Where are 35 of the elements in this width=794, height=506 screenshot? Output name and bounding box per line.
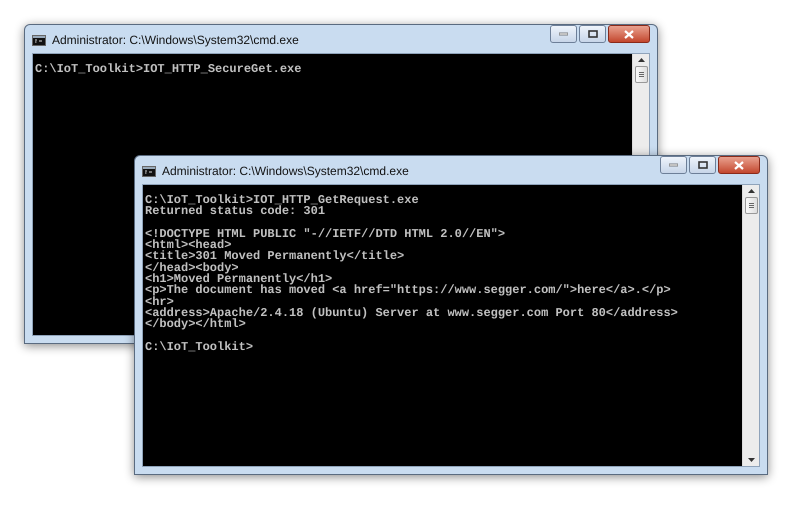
- scroll-up-icon[interactable]: [748, 189, 754, 193]
- console-line: <title>301 Moved Permanently</title>: [145, 251, 404, 263]
- minimize-button[interactable]: [550, 25, 577, 43]
- scroll-down-icon[interactable]: [748, 458, 754, 462]
- console-line: <h1>Moved Permanently</h1>: [145, 274, 332, 286]
- window-title: Administrator: C:\Windows\System32\cmd.exe: [52, 33, 299, 47]
- console-line: </head><body>: [145, 262, 239, 274]
- scrollbar[interactable]: [742, 185, 759, 466]
- console-line: <!DOCTYPE HTML PUBLIC "-//IETF//DTD HTML 2.0//EN">: [145, 228, 506, 240]
- close-icon: [624, 30, 634, 38]
- minimize-button[interactable]: [660, 156, 687, 174]
- close-icon: [734, 160, 744, 170]
- console-line: <p>The document has moved <a href="https://www.segger.com/">here</a>.</p>: [145, 285, 671, 297]
- maximize-icon: [698, 161, 708, 169]
- close-button[interactable]: [718, 156, 760, 174]
- minimize-icon: [559, 32, 568, 36]
- console-icon: [32, 34, 46, 46]
- console-icon: [142, 166, 156, 176]
- close-button[interactable]: [608, 25, 650, 43]
- minimize-icon: [669, 163, 678, 167]
- scroll-up-icon[interactable]: [638, 58, 644, 62]
- scroll-thumb[interactable]: [634, 66, 648, 83]
- console-line: C:\IoT_Toolkit>IOT_HTTP_GetRequest.exe: [145, 195, 419, 206]
- window-title: Administrator: C:\Windows\System32\cmd.exe: [162, 164, 409, 178]
- maximize-icon: [588, 30, 598, 38]
- console-line: </body></html>: [145, 319, 246, 331]
- scroll-thumb[interactable]: [744, 197, 758, 214]
- console-line: C:\IoT_Toolkit>: [145, 342, 254, 354]
- console-line: <hr>: [145, 296, 174, 308]
- maximize-button[interactable]: [579, 25, 606, 43]
- console-line: C:\IoT_Toolkit>IOT_HTTP_SecureGet.exe: [35, 64, 302, 76]
- console-line: Returned status code: 301: [145, 206, 326, 218]
- console-line: <address>Apache/2.4.18 (Ubuntu) Server at www.segger.com Port 80</address>: [145, 308, 678, 320]
- console-line: <html><head>: [145, 240, 232, 252]
- maximize-button[interactable]: [689, 156, 716, 174]
